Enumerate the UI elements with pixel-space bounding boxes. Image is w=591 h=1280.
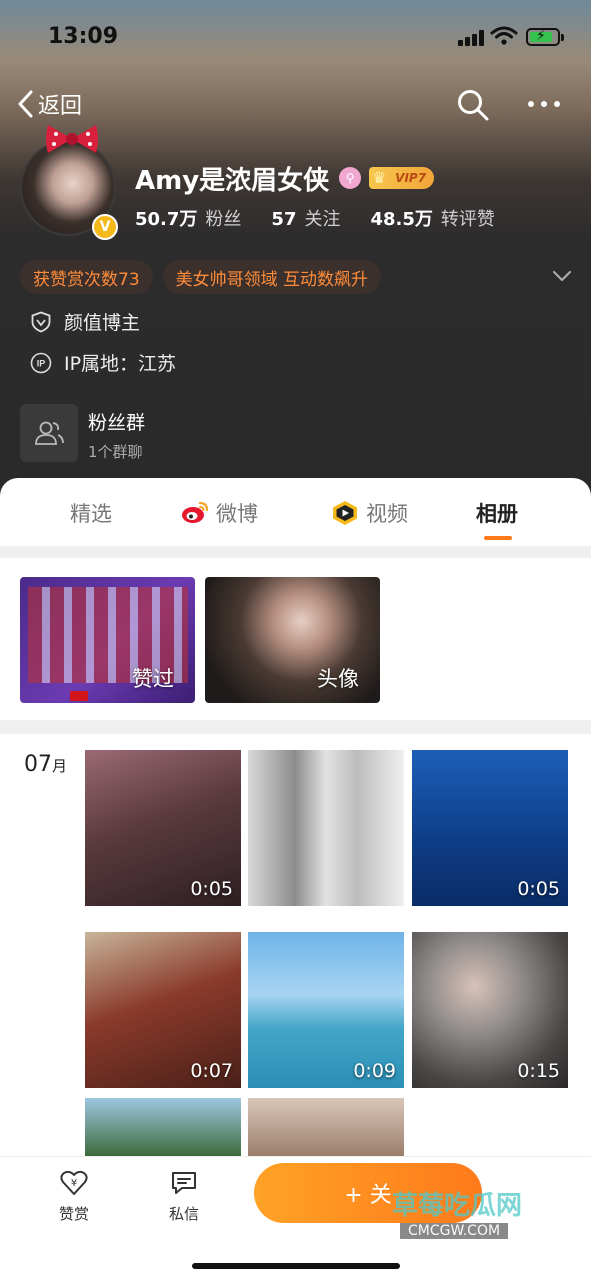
weibo-icon — [182, 501, 209, 523]
ip-row: IP IP属地：江苏 — [30, 349, 176, 376]
video-thumbnail[interactable]: 0:05 — [85, 750, 241, 906]
video-thumbnail[interactable] — [248, 1098, 404, 1156]
message-icon — [172, 1172, 196, 1194]
category-row: 颜值博主 — [30, 308, 140, 335]
stat-label: 关注 — [304, 209, 341, 230]
group-icon — [20, 404, 78, 462]
video-thumbnail[interactable] — [85, 1098, 241, 1156]
message-label: 私信 — [168, 1205, 199, 1223]
bottom-action-bar: ¥ 赞赏 私信 + 关 草莓吃瓜网 CMCGW.COM — [0, 1156, 591, 1280]
back-label: 返回 — [38, 94, 83, 119]
video-duration: 0:15 — [517, 1060, 560, 1082]
video-duration: 0:05 — [190, 878, 233, 900]
stat-value: 48.5万 — [370, 209, 433, 230]
video-duration: 0:07 — [190, 1060, 233, 1082]
shield-icon — [31, 311, 51, 332]
profile-name: Amy是浓眉女侠 — [135, 165, 330, 196]
svg-text:IP: IP — [37, 358, 46, 368]
stat-label: 转评赞 — [440, 209, 495, 230]
flag-icon — [70, 691, 88, 701]
chevron-down-icon[interactable] — [550, 266, 574, 286]
vip-badge[interactable]: ♛ VIP7 — [369, 167, 435, 189]
watermark-text: 草莓吃瓜网 — [392, 1191, 523, 1221]
active-tab-indicator — [484, 536, 512, 540]
video-thumbnail[interactable]: 0:15 — [412, 932, 568, 1088]
search-icon[interactable] — [456, 88, 490, 122]
video-thumbnail[interactable]: 0:07 — [85, 932, 241, 1088]
more-icon[interactable] — [526, 94, 562, 114]
minnie-bow-icon — [46, 125, 98, 153]
name-row: Amy是浓眉女侠 ⚲ ♛ VIP7 — [135, 160, 435, 196]
album-caption: 赞过 — [132, 667, 174, 691]
stat-followers[interactable]: 50.7万 粉丝 — [135, 205, 241, 231]
stat-value: 50.7万 — [135, 209, 198, 230]
album-caption: 头像 — [317, 667, 359, 691]
video-thumbnail[interactable]: 0:05 — [412, 750, 568, 906]
follow-label: + 关 — [344, 1183, 392, 1208]
album-avatar[interactable]: 头像 — [205, 577, 380, 703]
fan-group[interactable]: 粉丝群 1个群聊 — [20, 404, 145, 462]
tab-featured[interactable]: 精选 — [70, 498, 112, 528]
ip-text: IP属地：江苏 — [64, 353, 177, 375]
chevron-left-icon — [18, 90, 33, 118]
fan-group-subtitle: 1个群聊 — [88, 443, 143, 461]
tab-album[interactable]: 相册 — [476, 498, 518, 528]
back-button[interactable]: 返回 — [16, 88, 82, 120]
signal-icon — [458, 30, 486, 46]
tab-label: 视频 — [366, 502, 408, 526]
video-duration: 0:05 — [517, 878, 560, 900]
svg-text:¥: ¥ — [71, 1178, 77, 1189]
stat-value: 57 — [271, 209, 297, 230]
month-label: 07月 — [24, 752, 67, 777]
profile-header: 13:09 ⚡ 返回 V Amy是浓眉女侠 ⚲ ♛ VIP7 50.7万 粉丝 … — [0, 0, 591, 500]
reward-icon: ¥ — [60, 1170, 88, 1195]
crown-icon: ♛ — [372, 168, 387, 187]
section-divider — [0, 720, 591, 734]
section-divider — [0, 546, 591, 558]
video-thumbnail[interactable]: 0:09 — [248, 932, 404, 1088]
membership-icon[interactable]: ⚲ — [339, 167, 362, 189]
stat-following[interactable]: 57 关注 — [271, 205, 340, 231]
video-duration: 0:09 — [353, 1060, 396, 1082]
profile-stats: 50.7万 粉丝 57 关注 48.5万 转评赞 — [135, 205, 525, 231]
category-text: 颜值博主 — [64, 312, 141, 334]
video-icon — [333, 501, 357, 525]
vip-label: VIP7 — [395, 171, 427, 185]
tag-field-ranking[interactable]: 美女帅哥领域 互动数飙升 — [162, 260, 382, 294]
status-bar: 13:09 ⚡ — [0, 0, 591, 70]
wifi-icon — [490, 26, 518, 45]
tab-label: 相册 — [476, 502, 518, 526]
watermark-subtext: CMCGW.COM — [400, 1223, 509, 1239]
month-number: 07 — [24, 752, 52, 777]
battery-icon: ⚡ — [526, 28, 560, 46]
battery-tip — [561, 34, 564, 41]
video-thumbnail[interactable] — [248, 750, 404, 906]
profile-tabs: 精选 微博 视频 相册 — [0, 478, 591, 546]
stat-label: 粉丝 — [205, 209, 242, 230]
status-time: 13:09 — [48, 24, 119, 49]
fan-group-text: 粉丝群 1个群聊 — [88, 408, 145, 462]
album-liked[interactable]: 赞过 — [20, 577, 195, 703]
tab-video[interactable]: 视频 — [330, 498, 408, 528]
fan-group-title: 粉丝群 — [88, 412, 146, 434]
verified-badge: V — [92, 214, 118, 240]
profile-tags: 获赞赏次数73 美女帅哥领域 互动数飙升 — [20, 260, 391, 294]
tab-weibo[interactable]: 微博 — [180, 498, 258, 528]
ip-icon: IP — [30, 352, 52, 373]
reward-button[interactable]: ¥ 赞赏 — [39, 1169, 109, 1224]
home-indicator — [192, 1263, 400, 1269]
stat-engagement[interactable]: 48.5万 转评赞 — [370, 205, 494, 231]
tab-label: 精选 — [70, 502, 112, 526]
tab-label: 微博 — [216, 502, 258, 526]
reward-label: 赞赏 — [58, 1205, 89, 1223]
message-button[interactable]: 私信 — [149, 1169, 219, 1224]
tag-reward-count[interactable]: 获赞赏次数73 — [20, 260, 153, 294]
month-unit: 月 — [52, 757, 68, 775]
